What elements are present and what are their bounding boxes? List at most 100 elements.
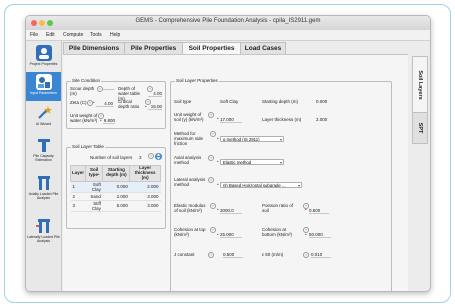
table-row[interactable]: 2 Sand 2.000 3.000 xyxy=(70,192,161,201)
sidebar-item-axial-analysis[interactable]: Axially Loaded Pile Analysis xyxy=(26,175,61,200)
sidebar-item-input-parameters[interactable]: Input Parameters xyxy=(26,72,61,101)
cell-starting-depth[interactable]: 5.000 xyxy=(102,200,130,212)
required-marker: • xyxy=(217,207,219,212)
sidebar-item-label: Laterally Loaded Pile Analysis xyxy=(27,235,60,244)
unit-weight-water-field[interactable]: 9.800 xyxy=(103,118,115,124)
cell-soil-type[interactable]: Soft Clay xyxy=(85,181,103,193)
sidebar-item-project-properties[interactable]: Project Properties xyxy=(26,45,61,66)
pile-capacity-icon xyxy=(36,137,52,153)
required-marker: • xyxy=(145,104,147,109)
help-icon[interactable]: ? xyxy=(208,252,214,258)
sidebar-item-ai-wizard[interactable]: AI Wizard xyxy=(26,105,61,126)
help-icon[interactable]: ? xyxy=(208,112,214,118)
poisson-ratio-field[interactable]: 0.500 xyxy=(309,208,329,214)
cell-starting-depth[interactable]: 0.000 xyxy=(102,181,130,193)
site-condition-title: Site Condition xyxy=(71,78,102,83)
axial-pile-icon xyxy=(36,175,52,191)
tab-soil-properties[interactable]: Soil Properties xyxy=(182,42,241,54)
help-icon[interactable]: ? xyxy=(210,203,216,209)
chevron-down-icon: ▾ xyxy=(297,183,300,188)
tab-pile-properties[interactable]: Pile Properties xyxy=(124,42,183,54)
col-header-layer-thickness: Layer thickness (m) xyxy=(129,165,161,182)
zeta-field[interactable]: 4.00 xyxy=(96,101,113,107)
scour-depth-field[interactable] xyxy=(103,89,114,90)
layer-thickness-value: 2.000 xyxy=(316,117,328,122)
cell-layer: 3 xyxy=(70,200,86,212)
cell-layer-thickness[interactable]: 3.000 xyxy=(129,200,161,212)
cell-layer-thickness[interactable]: 3.000 xyxy=(129,192,161,201)
cell-layer: 1 xyxy=(70,181,86,193)
soil-layer-table-title: Soil Layer Table xyxy=(71,144,105,149)
axial-method-label: Axial analysis method xyxy=(174,155,202,166)
j-constant-label: J constant xyxy=(174,252,195,257)
help-icon[interactable]: ? xyxy=(210,227,216,233)
help-icon[interactable]: ? xyxy=(208,177,214,183)
menu-edit[interactable]: Edit xyxy=(46,32,55,38)
cell-layer-thickness[interactable]: 2.000 xyxy=(129,181,161,193)
menu-tools[interactable]: Tools xyxy=(90,32,102,38)
help-icon[interactable]: ? xyxy=(148,153,154,159)
tab-spt[interactable]: SPT xyxy=(412,112,428,144)
water-table-field[interactable]: 4.00 xyxy=(148,91,162,97)
num-layers-label: Number of soil layers xyxy=(90,155,133,160)
help-icon[interactable]: ? xyxy=(208,155,214,161)
required-marker: • xyxy=(217,116,219,121)
lateral-method-dropdown[interactable]: nh Based Horizontal subgrade ... ▾ xyxy=(220,182,302,188)
layer-thickness-label: Layer thickness (m) xyxy=(262,117,302,122)
cohesion-top-field[interactable]: 25.000 xyxy=(220,232,242,238)
wizard-icon xyxy=(36,105,52,121)
soil-properties-panel: Site Condition Scour depth (m) ? Depth o… xyxy=(63,54,408,291)
chevron-down-icon: ▾ xyxy=(279,160,282,165)
cell-soil-type[interactable]: Sand xyxy=(85,192,103,201)
unit-weight-water-label: Unit weight of water (kN/m³) xyxy=(70,113,98,124)
help-icon[interactable]: ? xyxy=(210,131,216,137)
tab-soil-layers[interactable]: Soil Layers xyxy=(412,56,428,113)
num-layers-value: 3 xyxy=(139,155,142,160)
menu-help[interactable]: Help xyxy=(110,32,120,38)
cell-starting-depth[interactable]: 2.000 xyxy=(102,192,130,201)
starting-depth-value: 0.000 xyxy=(316,99,328,104)
soil-layer-properties-group: Soil Layer Properties Soil type Soft Cla… xyxy=(170,78,392,291)
sidebar-item-label: Axially Loaded Pile Analysis xyxy=(28,192,59,201)
required-marker: • xyxy=(217,136,219,141)
soil-layer-table: Layer Soil type• Starting depth (m) Laye… xyxy=(69,165,161,212)
required-marker: • xyxy=(305,232,307,237)
required-marker: • xyxy=(217,159,219,164)
elastic-modulus-label: Elastic modulus of soil (kN/m²) xyxy=(174,203,206,214)
poisson-ratio-label: Poisson ratio of soil xyxy=(262,203,294,214)
menu-file[interactable]: File xyxy=(30,32,38,38)
app-window: GEMS - Comprehensive Pile Foundation Ana… xyxy=(25,15,431,292)
cell-soil-type[interactable]: Stiff Clay xyxy=(85,200,103,212)
help-icon[interactable]: ? xyxy=(303,252,309,258)
soil-type-value: Soft Clay xyxy=(220,99,239,104)
menu-compute[interactable]: Compute xyxy=(63,32,83,38)
sidebar: Project Properties Input Parameters AI W… xyxy=(26,41,62,291)
num-layers-stepper[interactable] xyxy=(155,152,162,161)
sidebar-item-pile-capacity[interactable]: Pile Capacity Estimation xyxy=(26,137,61,162)
sidebar-item-label: Input Parameters xyxy=(30,91,57,95)
lateral-method-label: Lateral analysis method xyxy=(174,177,206,188)
required-marker: • xyxy=(93,100,95,105)
cohesion-top-label: Cohesion at top (kN/m²) xyxy=(174,227,206,238)
chevron-down-icon: ▾ xyxy=(279,137,282,142)
project-icon xyxy=(35,45,52,61)
e50-field[interactable]: 0.010 xyxy=(311,252,331,258)
required-marker: • xyxy=(100,118,102,123)
tab-load-cases[interactable]: Load Cases xyxy=(240,42,286,54)
axial-method-dropdown[interactable]: Elastic method ▾ xyxy=(220,159,284,165)
table-row[interactable]: 1 Soft Clay 0.000 2.000 xyxy=(70,181,161,193)
tab-pile-dimensions[interactable]: Pile Dimensions xyxy=(63,42,125,54)
e50-label: ε 50 (m/m) xyxy=(262,252,284,257)
method-friction-label: Method for maximum side friction xyxy=(174,131,204,147)
required-marker: • xyxy=(217,232,219,237)
cohesion-bottom-label: Cohesion at bottom (kN/m²) xyxy=(262,227,293,238)
unit-weight-soil-field[interactable]: 17.000 xyxy=(220,117,242,123)
j-constant-field[interactable]: 0.500 xyxy=(223,252,243,258)
elastic-modulus-field[interactable]: 3000.0 xyxy=(220,208,242,214)
method-friction-dropdown[interactable]: α method (IS 2911) ▾ xyxy=(220,136,284,142)
cohesion-bottom-field[interactable]: 50.000 xyxy=(309,232,331,238)
table-row[interactable]: 3 Stiff Clay 5.000 3.000 xyxy=(70,200,161,212)
critical-depth-field[interactable]: 15.00 xyxy=(148,104,162,110)
soil-type-label: Soil type xyxy=(174,99,192,104)
sidebar-item-lateral-analysis[interactable]: Laterally Loaded Pile Analysis xyxy=(26,218,61,243)
